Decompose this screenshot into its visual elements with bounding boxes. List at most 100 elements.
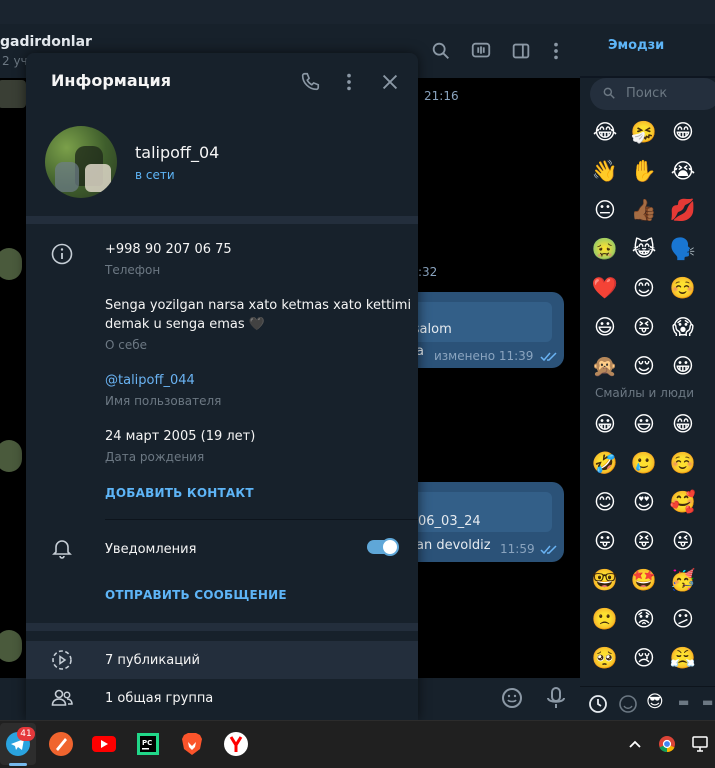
emoji-item[interactable]: ☺️ xyxy=(668,451,698,475)
emoji-item[interactable]: 😁 xyxy=(668,412,698,436)
emoji-item[interactable]: 😃 xyxy=(629,412,659,436)
add-contact-button[interactable]: ДОБАВИТЬ КОНТАКТ xyxy=(105,486,254,500)
svg-text:PC: PC xyxy=(142,739,152,747)
emoji-item[interactable]: ❤️ xyxy=(590,276,620,300)
sidebar-toggle-icon[interactable] xyxy=(510,40,532,62)
emoji-item[interactable]: 😍 xyxy=(629,490,659,514)
emoji-item[interactable]: 🤓 xyxy=(590,568,620,592)
bell-icon xyxy=(52,540,72,559)
microphone-icon[interactable] xyxy=(545,686,567,710)
message-time: 11:59 xyxy=(500,542,535,556)
bio-line-1[interactable]: Senga yozilgan narsa xato ketmas xato ke… xyxy=(105,298,411,313)
emoji-item[interactable]: 😕 xyxy=(668,607,698,631)
emoji-item[interactable]: 😝 xyxy=(629,529,659,553)
emoji-item[interactable]: 🤢 xyxy=(590,237,620,261)
avatar[interactable] xyxy=(0,440,22,472)
emoji-item[interactable]: 😛 xyxy=(590,529,620,553)
emoji-item[interactable]: 😁 xyxy=(668,120,698,144)
send-message-button[interactable]: ОТПРАВИТЬ СООБЩЕНИЕ xyxy=(105,588,287,602)
emoji-item[interactable]: 🥳 xyxy=(668,568,698,592)
emoji-item[interactable]: 🗣️ xyxy=(668,237,698,261)
birthday-label: Дата рождения xyxy=(105,450,205,464)
bio-line-2[interactable]: demak u senga emas 🖤 xyxy=(105,317,265,332)
emoji-item[interactable]: 😊 xyxy=(590,490,620,514)
sunglasses-category-icon[interactable]: 😎 xyxy=(646,692,664,712)
avatar[interactable] xyxy=(0,248,22,280)
emoji-item[interactable]: 😀 xyxy=(668,354,698,378)
emoji-item[interactable]: 🥺 xyxy=(590,646,620,670)
dialog-title: Информация xyxy=(51,71,171,90)
emoji-item[interactable]: ☺️ xyxy=(668,276,698,300)
username-link[interactable]: @talipoff_044 xyxy=(105,373,195,388)
section-divider xyxy=(26,623,418,631)
publications-count[interactable]: 7 публикаций xyxy=(105,653,200,668)
yandex-browser-icon[interactable] xyxy=(222,730,250,758)
emoji-item[interactable]: 😂 xyxy=(590,120,620,144)
emoji-item[interactable]: 😹 xyxy=(629,237,659,261)
brave-icon[interactable] xyxy=(178,730,206,758)
emoji-item[interactable]: 😌 xyxy=(629,354,659,378)
chrome-icon[interactable] xyxy=(658,735,676,753)
emoji-item[interactable]: ✋ xyxy=(629,159,659,183)
avatar[interactable] xyxy=(45,126,117,198)
voice-chat-icon[interactable] xyxy=(470,40,492,62)
message-text: an devoldiz xyxy=(416,538,491,553)
emoji-item[interactable]: 👍🏾 xyxy=(629,198,659,222)
avatar[interactable] xyxy=(0,630,22,662)
emoji-item[interactable]: 🤩 xyxy=(629,568,659,592)
emoji-item[interactable]: 🥰 xyxy=(668,490,698,514)
message-text: 06_03_24 xyxy=(418,514,481,529)
emoji-item[interactable]: 🤧 xyxy=(629,120,659,144)
activity-category-icon[interactable]: ▬ xyxy=(678,695,689,709)
publications-row[interactable] xyxy=(26,641,418,679)
section-divider xyxy=(26,216,418,224)
double-check-icon xyxy=(540,352,557,362)
phone-call-icon[interactable] xyxy=(299,71,321,93)
taskbar: 41 PC xyxy=(0,720,715,768)
search-icon[interactable] xyxy=(430,40,452,62)
tab-emoji[interactable]: Эмодзи xyxy=(608,38,664,53)
more-vertical-icon[interactable] xyxy=(338,71,360,93)
youtube-icon[interactable] xyxy=(90,730,118,758)
emoji-icon[interactable] xyxy=(500,686,524,710)
unread-badge: 41 xyxy=(17,727,35,741)
smiley-category-icon[interactable] xyxy=(618,694,638,714)
emoji-item[interactable]: 🥲 xyxy=(629,451,659,475)
emoji-item[interactable]: 😢 xyxy=(629,646,659,670)
chat-title[interactable]: gadirdonlar xyxy=(0,34,92,50)
emoji-item[interactable]: 😟 xyxy=(629,607,659,631)
message-time: изменено 11:39 xyxy=(434,349,534,363)
close-icon[interactable] xyxy=(379,71,401,93)
emoji-item[interactable]: 😭 xyxy=(668,159,698,183)
emoji-item[interactable]: 🤣 xyxy=(590,451,620,475)
notifications-toggle[interactable] xyxy=(367,538,399,556)
phone-number[interactable]: +998 90 207 06 75 xyxy=(105,242,232,257)
emoji-item[interactable]: 👋 xyxy=(590,159,620,183)
message-time: 21:16 xyxy=(424,89,459,103)
network-icon[interactable] xyxy=(690,735,710,753)
emoji-item[interactable]: 😝 xyxy=(629,315,659,339)
emoji-item[interactable]: 😐 xyxy=(590,198,620,222)
chevron-up-icon[interactable] xyxy=(628,737,642,751)
emoji-item[interactable]: 🙊 xyxy=(590,354,620,378)
avatar[interactable] xyxy=(0,80,26,108)
pycharm-icon[interactable]: PC xyxy=(134,730,162,758)
emoji-item[interactable]: 🙁 xyxy=(590,607,620,631)
birthday-value[interactable]: 24 март 2005 (19 лет) xyxy=(105,429,255,444)
emoji-item[interactable]: 😤 xyxy=(668,646,698,670)
car-category-icon[interactable]: ▬ xyxy=(702,695,713,709)
emoji-search-input[interactable]: Поиск xyxy=(590,78,715,110)
emoji-item[interactable]: 😜 xyxy=(668,529,698,553)
username-label: Имя пользователя xyxy=(105,394,222,408)
emoji-item[interactable]: 💋 xyxy=(668,198,698,222)
emoji-item[interactable]: 😱 xyxy=(668,315,698,339)
emoji-item[interactable]: 😃 xyxy=(590,315,620,339)
more-vertical-icon[interactable] xyxy=(545,40,567,62)
emoji-section-label: Смайлы и люди xyxy=(595,386,695,400)
clock-icon[interactable] xyxy=(588,694,608,714)
common-groups[interactable]: 1 общая группа xyxy=(105,691,213,706)
chat-subtitle: 2 уч xyxy=(2,54,28,68)
emoji-item[interactable]: 😀 xyxy=(590,412,620,436)
sketch-app-icon[interactable] xyxy=(47,730,75,758)
emoji-item[interactable]: 😊 xyxy=(629,276,659,300)
